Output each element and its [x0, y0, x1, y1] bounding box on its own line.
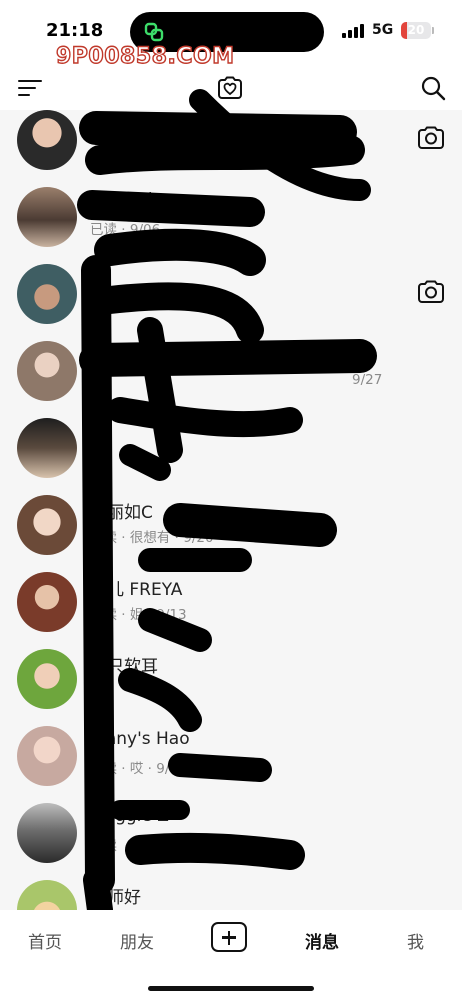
- search-icon[interactable]: [420, 75, 446, 101]
- conversation-name: 美丽如C: [90, 503, 153, 523]
- tab-me[interactable]: 我: [407, 928, 424, 953]
- avatar[interactable]: [17, 726, 77, 786]
- conversation-item[interactable]: 两只软耳: [0, 649, 462, 727]
- conversation-name: JUD Judy: [90, 190, 163, 210]
- menu-icon[interactable]: [18, 78, 42, 98]
- battery-tip: [432, 27, 434, 34]
- home-indicator[interactable]: [148, 986, 314, 991]
- conversation-item[interactable]: 老师好: [0, 880, 462, 910]
- avatar[interactable]: [17, 110, 77, 170]
- conversation-name: 飞儿 FREYA: [90, 580, 183, 600]
- battery-percent: 20: [407, 23, 425, 37]
- avatar[interactable]: [17, 649, 77, 709]
- avatar[interactable]: [17, 572, 77, 632]
- battery-icon: 20: [401, 22, 431, 39]
- conversation-item[interactable]: Jenny's Hao 已读 · 哎 · 9/12: [0, 726, 462, 804]
- tab-friends[interactable]: 朋友: [120, 928, 154, 953]
- conversation-item[interactable]: [0, 418, 462, 496]
- bottom-tab-bar: 首页 朋友 消息 我: [0, 910, 462, 1000]
- conversation-item[interactable]: [0, 264, 462, 342]
- conversation-preview: 9/27: [352, 372, 383, 388]
- tab-home[interactable]: 首页: [28, 928, 62, 953]
- shoot-heart-icon[interactable]: [217, 75, 243, 101]
- conversation-item[interactable]: 飞儿 FREYA 已读 · 姐 · 9/13: [0, 572, 462, 650]
- avatar[interactable]: [17, 187, 77, 247]
- conversation-item[interactable]: Maggie Z 已读: [0, 803, 462, 881]
- avatar[interactable]: [17, 264, 77, 324]
- camera-icon[interactable]: [417, 278, 445, 306]
- avatar[interactable]: [17, 341, 77, 401]
- post-button[interactable]: [211, 922, 247, 952]
- network-type: 5G: [372, 22, 394, 38]
- tab-messages[interactable]: 消息: [305, 928, 339, 953]
- conversation-preview: 已读 · 姐 · 9/13: [90, 607, 187, 623]
- conversation-item[interactable]: 9/07: [0, 110, 462, 188]
- conversation-name: Jenny's Hao: [90, 729, 190, 749]
- top-nav: [0, 66, 462, 110]
- conversation-name: Maggie Z: [90, 806, 169, 826]
- avatar[interactable]: [17, 803, 77, 863]
- conversation-name: 两只软耳: [90, 657, 158, 677]
- conversation-item[interactable]: JUD Judy 已读 · 9/06: [0, 187, 462, 265]
- camera-icon[interactable]: [417, 124, 445, 152]
- conversation-preview: 已读: [90, 838, 117, 854]
- status-time: 21:18: [46, 20, 104, 41]
- avatar[interactable]: [17, 495, 77, 555]
- conversation-preview: 9/07: [318, 141, 349, 157]
- conversation-preview: 已读 · 9/06: [90, 222, 161, 238]
- cellular-signal-icon: [342, 24, 364, 38]
- conversation-preview: 已读 · 很想有 · 9/20: [90, 530, 214, 546]
- conversation-name: 老师好: [90, 888, 141, 908]
- conversation-item[interactable]: 美丽如C 已读 · 很想有 · 9/20: [0, 495, 462, 573]
- app-link-icon: [144, 22, 164, 42]
- conversation-preview: 已读 · 哎 · 9/12: [90, 761, 187, 777]
- avatar[interactable]: [17, 880, 77, 910]
- avatar[interactable]: [17, 418, 77, 478]
- conversation-item[interactable]: 9/27: [0, 341, 462, 419]
- conversation-list[interactable]: 9/07 JUD Judy 已读 · 9/06 9/27 美丽如C 已读 · 很…: [0, 110, 462, 910]
